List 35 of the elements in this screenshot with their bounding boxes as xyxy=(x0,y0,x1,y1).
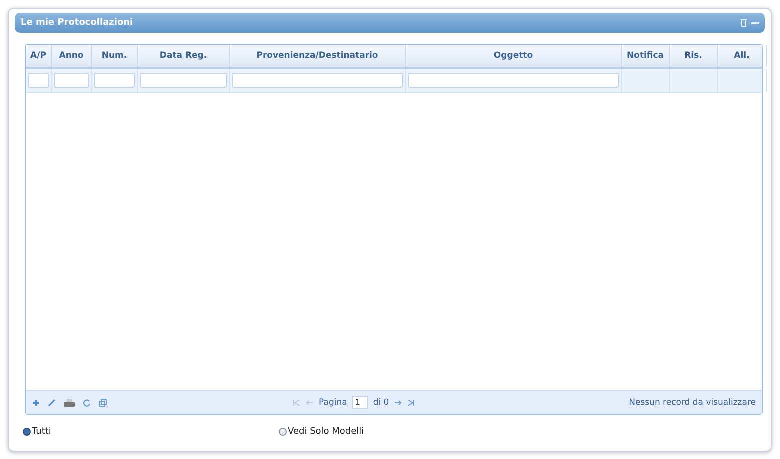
copy-icon[interactable] xyxy=(99,398,107,406)
filter-field[interactable] xyxy=(28,73,49,88)
radio-option[interactable]: Vedi Solo Modelli xyxy=(279,427,535,437)
previous-page-icon[interactable] xyxy=(306,400,314,406)
filter-field[interactable] xyxy=(232,73,403,88)
filter-field[interactable] xyxy=(94,73,135,88)
minimize-icon[interactable] xyxy=(751,22,759,24)
column-header[interactable]: Anno xyxy=(52,45,92,67)
last-page-icon[interactable] xyxy=(407,400,416,406)
page-field[interactable]: 1 xyxy=(352,396,368,409)
first-page-icon[interactable] xyxy=(293,400,301,406)
radio-option[interactable]: Tutti xyxy=(23,427,279,437)
printer-icon[interactable] xyxy=(64,398,75,406)
column-header[interactable]: Num. xyxy=(92,45,138,67)
column-header[interactable]: Provenienza/Destinatario xyxy=(230,45,406,67)
add-icon[interactable] xyxy=(32,398,40,406)
trash-icon[interactable] xyxy=(741,19,747,27)
panel-title: Le mie Protocollazioni xyxy=(21,18,134,28)
refresh-icon[interactable] xyxy=(83,398,91,406)
filter-field[interactable] xyxy=(140,73,227,88)
filter-field[interactable] xyxy=(408,73,619,88)
paging-status: Nessun record da visualizzare xyxy=(629,398,756,408)
filter-field[interactable] xyxy=(54,73,89,88)
pencil-icon[interactable] xyxy=(48,398,56,406)
radio-icon[interactable] xyxy=(279,428,287,436)
column-header[interactable]: Ris. xyxy=(670,45,718,67)
column-header[interactable]: Notifica xyxy=(622,45,670,67)
page-label: Pagina xyxy=(319,398,348,408)
page-count: di 0 xyxy=(373,398,390,408)
radio-icon[interactable] xyxy=(23,428,31,436)
column-header[interactable]: Oggetto xyxy=(406,45,622,67)
column-header[interactable]: Data Reg. xyxy=(138,45,230,67)
column-header[interactable]: All. xyxy=(718,45,767,67)
next-page-icon[interactable] xyxy=(394,400,402,406)
column-header[interactable]: A/P xyxy=(26,45,52,67)
